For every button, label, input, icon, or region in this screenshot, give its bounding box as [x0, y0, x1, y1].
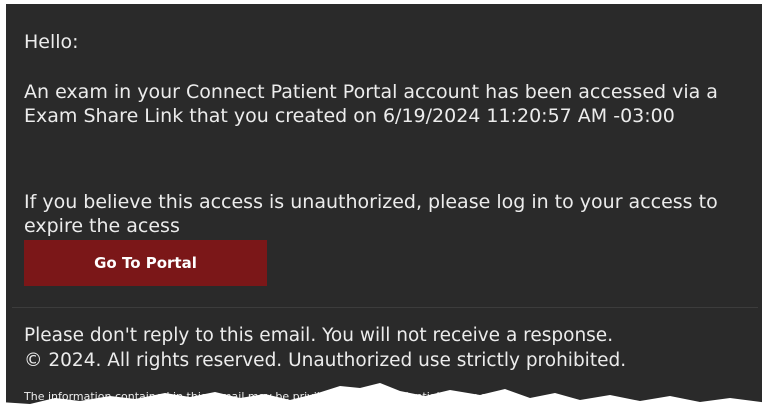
footer-divider [12, 307, 758, 308]
copyright-note: © 2024. All rights reserved. Unauthorize… [24, 350, 627, 371]
access-message: An exam in your Connect Patient Portal a… [24, 81, 718, 127]
email-footer: Please don't reply to this email. You wi… [24, 323, 626, 373]
greeting: Hello: [24, 31, 79, 53]
unauthorized-notice: If you believe this access is unauthoriz… [24, 191, 718, 237]
email-body: Hello: An exam in your Connect Patient P… [6, 4, 762, 418]
confidentiality-disclaimer: The information contained in this e-mail… [24, 390, 499, 403]
no-reply-note: Please don't reply to this email. You wi… [24, 325, 614, 346]
go-to-portal-button[interactable]: Go To Portal [24, 240, 267, 286]
